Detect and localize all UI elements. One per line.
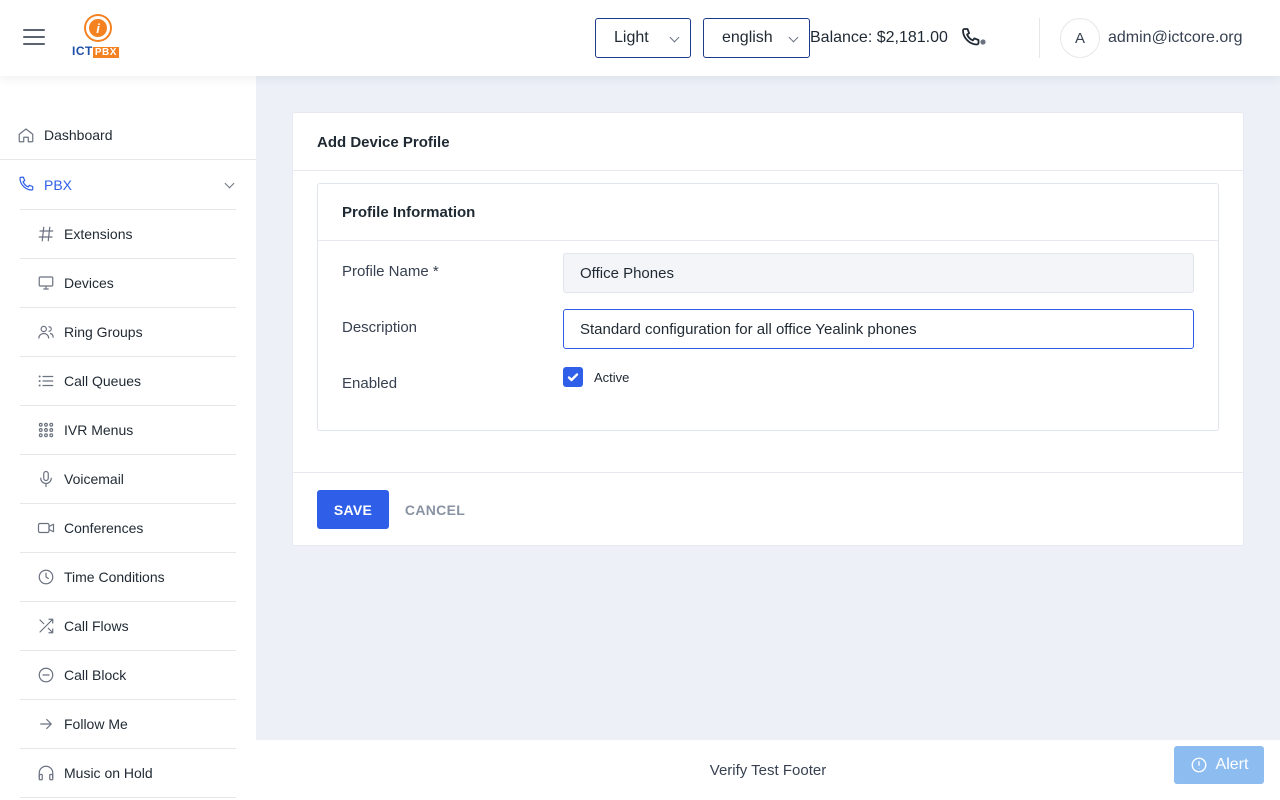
sidebar-item-label: Follow Me bbox=[64, 716, 128, 732]
sidebar-item-label: Call Queues bbox=[64, 373, 142, 389]
headphones-icon bbox=[37, 764, 55, 782]
alert-circle-icon bbox=[1191, 757, 1206, 773]
theme-select-value: Light bbox=[614, 29, 649, 46]
description-label: Description bbox=[342, 319, 418, 336]
cancel-button[interactable]: CANCEL bbox=[397, 490, 473, 529]
users-icon bbox=[37, 323, 55, 341]
divider bbox=[318, 240, 1218, 241]
save-button[interactable]: SAVE bbox=[317, 490, 389, 529]
grid-dots-icon bbox=[37, 421, 55, 439]
sidebar-item-label: Call Block bbox=[64, 667, 127, 683]
description-field[interactable] bbox=[563, 309, 1194, 349]
theme-select[interactable]: Light bbox=[595, 18, 691, 58]
list-icon bbox=[37, 372, 55, 390]
chevron-down-icon bbox=[669, 32, 680, 43]
monitor-icon bbox=[37, 274, 55, 292]
sidebar-item-label: IVR Menus bbox=[64, 422, 134, 438]
sidebar-item-label: Devices bbox=[64, 275, 114, 291]
add-device-profile-card: Add Device Profile Profile Information P… bbox=[292, 112, 1244, 546]
sidebar-item-label: Ring Groups bbox=[64, 324, 143, 340]
sidebar-item-call-block[interactable]: Call Block bbox=[20, 651, 236, 700]
sidebar-item-follow-me[interactable]: Follow Me bbox=[20, 700, 236, 749]
sidebar-item-label: Dashboard bbox=[44, 127, 113, 143]
divider bbox=[293, 472, 1243, 473]
divider bbox=[293, 170, 1243, 171]
sidebar-item-label: Time Conditions bbox=[64, 569, 165, 585]
sidebar-item-ivr-menus[interactable]: IVR Menus bbox=[20, 406, 236, 455]
logo-mark: i bbox=[86, 16, 110, 40]
phone-status-icon[interactable] bbox=[960, 27, 988, 51]
microphone-icon bbox=[37, 470, 55, 488]
sidebar-item-conferences[interactable]: Conferences bbox=[20, 504, 236, 553]
top-header: i ICT PBX Light english Balance: $2,181.0… bbox=[0, 0, 1280, 76]
video-icon bbox=[37, 519, 55, 537]
enabled-checkbox[interactable] bbox=[563, 367, 583, 387]
check-icon bbox=[567, 373, 579, 382]
sidebar-item-label: Music on Hold bbox=[64, 765, 153, 781]
clock-icon bbox=[37, 568, 55, 586]
chevron-down-icon bbox=[224, 178, 235, 189]
profile-name-field[interactable] bbox=[563, 253, 1194, 293]
sidebar-item-devices[interactable]: Devices bbox=[20, 259, 236, 308]
chevron-down-icon bbox=[788, 32, 799, 43]
language-select-value: english bbox=[722, 29, 773, 46]
sidebar-item-ring-groups[interactable]: Ring Groups bbox=[20, 308, 236, 357]
home-icon bbox=[17, 126, 35, 144]
avatar[interactable]: A bbox=[1060, 18, 1100, 58]
sidebar-item-call-queues[interactable]: Call Queues bbox=[20, 357, 236, 406]
footer-text: Verify Test Footer bbox=[709, 762, 827, 779]
sidebar-item-extensions[interactable]: Extensions bbox=[20, 210, 236, 259]
balance-text: Balance: $2,181.00 bbox=[810, 29, 948, 46]
sidebar-item-label: Call Flows bbox=[64, 618, 129, 634]
shuffle-icon bbox=[37, 617, 55, 635]
sidebar-item-label: PBX bbox=[44, 176, 73, 193]
header-divider bbox=[1039, 18, 1040, 58]
sidebar-item-label: Conferences bbox=[64, 520, 144, 536]
user-email[interactable]: admin@ictcore.org bbox=[1108, 29, 1243, 47]
phone-icon bbox=[17, 175, 35, 193]
sidebar-item-pbx[interactable]: PBX bbox=[0, 160, 256, 209]
minus-circle-icon bbox=[37, 666, 55, 684]
sidebar-item-call-flows[interactable]: Call Flows bbox=[20, 602, 236, 651]
enabled-checkbox-label[interactable]: Active bbox=[594, 370, 629, 385]
sidebar-item-label: Extensions bbox=[64, 226, 133, 242]
arrow-right-icon bbox=[37, 715, 55, 733]
logo-text: ICT PBX bbox=[72, 44, 119, 58]
alert-button-label: Alert bbox=[1215, 756, 1249, 773]
profile-name-label: Profile Name * bbox=[342, 263, 439, 280]
app-logo[interactable]: i ICT PBX bbox=[72, 16, 124, 60]
section-title: Profile Information bbox=[342, 204, 476, 221]
alert-button[interactable]: Alert bbox=[1174, 746, 1264, 784]
sidebar-item-time-conditions[interactable]: Time Conditions bbox=[20, 553, 236, 602]
page-title: Add Device Profile bbox=[317, 134, 450, 151]
sidebar-item-dashboard[interactable]: Dashboard bbox=[0, 111, 256, 160]
sidebar-item-music-on-hold[interactable]: Music on Hold bbox=[20, 749, 236, 798]
sidebar-item-voicemail[interactable]: Voicemail bbox=[20, 455, 236, 504]
language-select[interactable]: english bbox=[703, 18, 810, 58]
hash-icon bbox=[37, 225, 55, 243]
sidebar-item-label: Voicemail bbox=[64, 471, 124, 487]
profile-information-section: Profile Information Profile Name * Descr… bbox=[317, 183, 1219, 431]
enabled-label: Enabled bbox=[342, 375, 398, 392]
page-footer: Verify Test Footer bbox=[256, 740, 1280, 800]
sidebar: Dashboard PBX Extensions Devices Ring Gr… bbox=[0, 76, 256, 800]
menu-toggle-icon[interactable] bbox=[23, 29, 45, 45]
